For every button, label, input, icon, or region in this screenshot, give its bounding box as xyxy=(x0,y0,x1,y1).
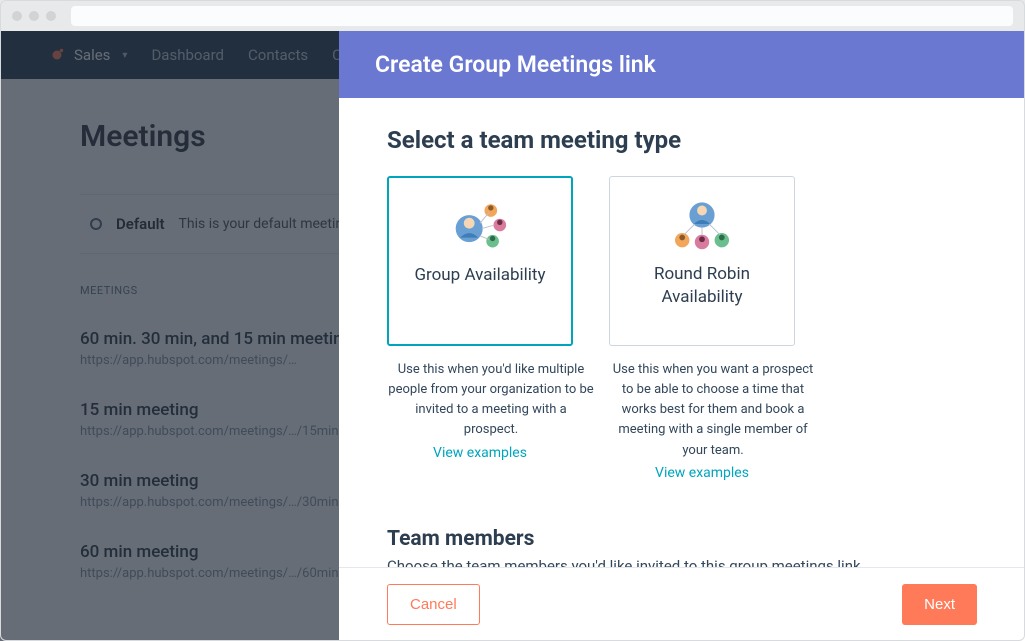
option-title: Round Robin Availability xyxy=(620,263,784,309)
group-availability-icon xyxy=(444,196,516,254)
option-desc: Use this when you'd like multiple people… xyxy=(387,360,595,441)
view-examples-link[interactable]: View examples xyxy=(433,445,527,461)
option-title: Group Availability xyxy=(414,264,545,287)
traffic-max-icon xyxy=(46,11,56,21)
option-group-availability[interactable]: Group Availability xyxy=(387,176,573,346)
sheet-footer: Cancel Next xyxy=(339,567,1025,641)
round-robin-icon xyxy=(666,195,738,253)
traffic-min-icon xyxy=(29,11,39,21)
next-button[interactable]: Next xyxy=(902,584,977,625)
team-members-sub: Choose the team members you'd like invit… xyxy=(387,557,977,567)
sheet-body: Select a team meeting type xyxy=(339,98,1025,567)
traffic-close-icon xyxy=(12,11,22,21)
browser-chrome xyxy=(0,0,1025,31)
option-round-robin[interactable]: Round Robin Availability xyxy=(609,176,795,346)
select-type-heading: Select a team meeting type xyxy=(387,126,977,154)
cancel-button[interactable]: Cancel xyxy=(387,584,480,625)
create-group-meeting-sheet: Create Group Meetings link Select a team… xyxy=(339,31,1025,641)
view-examples-link[interactable]: View examples xyxy=(655,465,749,481)
sheet-title: Create Group Meetings link xyxy=(339,31,1025,98)
team-members-heading: Team members xyxy=(387,527,977,551)
option-desc: Use this when you want a prospect to be … xyxy=(609,360,817,461)
address-bar[interactable] xyxy=(71,6,1013,26)
